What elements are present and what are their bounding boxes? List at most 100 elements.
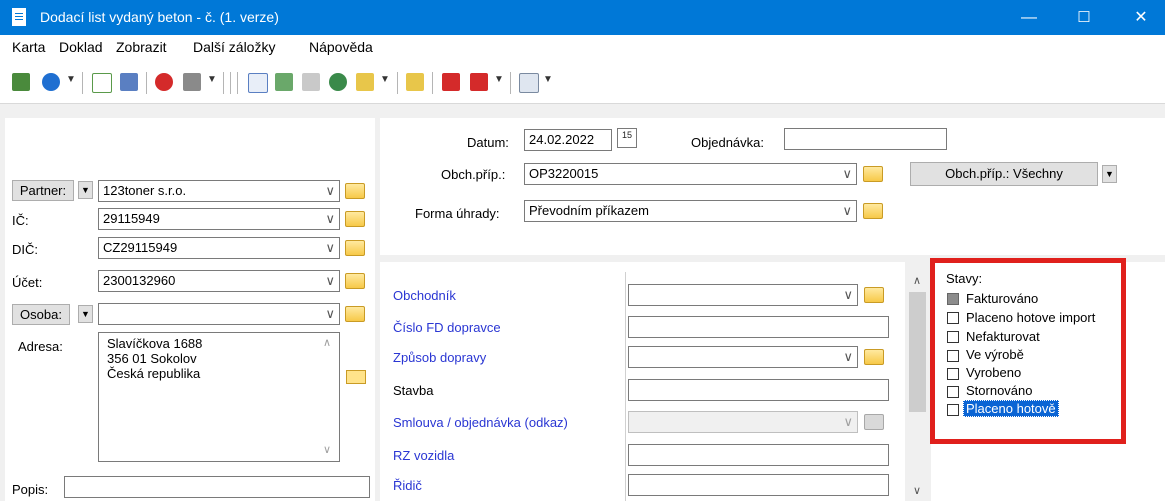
- help-icon[interactable]: [42, 73, 60, 91]
- folder-icon[interactable]: [864, 349, 884, 365]
- print-dropdown-icon[interactable]: ▼: [207, 74, 217, 85]
- document-actions-icon[interactable]: [356, 73, 374, 91]
- zpusob-dopravy-field[interactable]: ∨: [628, 346, 858, 368]
- datum-field[interactable]: 24.02.2022: [524, 129, 612, 151]
- chevron-down-icon[interactable]: ∨: [842, 203, 852, 219]
- history-icon[interactable]: [329, 73, 347, 91]
- menu-zobrazit[interactable]: Zobrazit: [116, 39, 167, 55]
- partner-value: 123toner s.r.o.: [103, 183, 187, 198]
- stavba-field[interactable]: [628, 379, 889, 401]
- forma-label: Forma úhrady:: [415, 206, 500, 221]
- document-actions-dropdown-icon[interactable]: ▼: [380, 74, 390, 85]
- ridic-label[interactable]: Řidič: [393, 478, 422, 493]
- envelope-icon[interactable]: [346, 370, 366, 384]
- scroll-down-icon[interactable]: ∨: [323, 443, 331, 458]
- chevron-down-icon[interactable]: ∨: [843, 349, 853, 365]
- documents-icon[interactable]: [406, 73, 424, 91]
- chevron-down-icon[interactable]: ∨: [325, 240, 335, 256]
- folder-icon[interactable]: [345, 183, 365, 199]
- folder-icon[interactable]: [863, 166, 883, 182]
- ucet-field[interactable]: 2300132960 ∨: [98, 270, 340, 292]
- menu-karta[interactable]: Karta: [12, 39, 45, 55]
- folder-icon[interactable]: [345, 211, 365, 227]
- ic-field[interactable]: 29115949 ∨: [98, 208, 340, 230]
- checkbox-label: Nefakturovat: [966, 329, 1040, 344]
- chevron-down-icon[interactable]: ∨: [325, 306, 335, 322]
- toolbar-separator: [510, 72, 511, 94]
- new-document-icon[interactable]: [92, 73, 112, 93]
- exit-icon[interactable]: [12, 73, 30, 91]
- folder-icon[interactable]: [864, 287, 884, 303]
- menu-dalsi-zalozky[interactable]: Další záložky: [193, 39, 275, 55]
- smlouva-label[interactable]: Smlouva / objednávka (odkaz): [393, 415, 568, 430]
- toolbar-separator: [146, 72, 147, 94]
- toolbar-separator: [397, 72, 398, 94]
- scroll-up-icon[interactable]: ∧: [323, 336, 331, 351]
- save-icon[interactable]: [120, 73, 138, 91]
- osoba-dropdown-button[interactable]: ▼: [78, 305, 93, 323]
- scrollbar-thumb[interactable]: [909, 292, 926, 412]
- checkbox-label: Stornováno: [966, 383, 1033, 398]
- folder-icon[interactable]: [863, 203, 883, 219]
- cislo-fd-label[interactable]: Číslo FD dopravce: [393, 320, 501, 335]
- obchprip-filter-dropdown-button[interactable]: ▼: [1102, 165, 1117, 183]
- chevron-down-icon[interactable]: ∨: [325, 273, 335, 289]
- refresh-icon[interactable]: [155, 73, 173, 91]
- checkbox-ve-vyrobe[interactable]: [947, 350, 959, 362]
- objednavka-field[interactable]: [784, 128, 947, 150]
- close-button[interactable]: ✕: [1118, 0, 1164, 35]
- calendar-icon[interactable]: 15: [617, 128, 637, 148]
- osoba-button[interactable]: Osoba:: [12, 304, 70, 325]
- cislo-fd-field[interactable]: [628, 316, 889, 338]
- import-icon[interactable]: [442, 73, 460, 91]
- forma-field[interactable]: Převodním příkazem ∨: [524, 200, 857, 222]
- ridic-field[interactable]: [628, 474, 889, 496]
- stavy-title: Stavy:: [946, 271, 983, 286]
- copy-icon[interactable]: [302, 73, 320, 91]
- help-dropdown-icon[interactable]: ▼: [66, 74, 76, 85]
- maximize-button[interactable]: ☐: [1061, 0, 1107, 35]
- obchodnik-label[interactable]: Obchodník: [393, 288, 456, 303]
- adresa-field[interactable]: Slavíčkova 1688 356 01 Sokolov Česká rep…: [98, 332, 340, 462]
- checkbox-label-selected: Placeno hotově: [963, 400, 1059, 417]
- obchodnik-field[interactable]: ∨: [628, 284, 858, 306]
- menu-napoveda[interactable]: Nápověda: [309, 39, 373, 55]
- scroll-down-icon[interactable]: ∨: [913, 484, 921, 497]
- numbering-icon[interactable]: [248, 73, 268, 93]
- zpusob-dopravy-label[interactable]: Způsob dopravy: [393, 350, 486, 365]
- partner-field[interactable]: 123toner s.r.o. ∨: [98, 180, 340, 202]
- rz-vozidla-field[interactable]: [628, 444, 889, 466]
- folder-icon[interactable]: [345, 240, 365, 256]
- obchprip-field[interactable]: OP3220015 ∨: [524, 163, 857, 185]
- minimize-button[interactable]: —: [1006, 0, 1052, 35]
- checkbox-placeno-hotove[interactable]: [947, 404, 959, 416]
- menu-doklad[interactable]: Doklad: [59, 39, 103, 55]
- chevron-down-icon[interactable]: ∨: [842, 166, 852, 182]
- folder-icon[interactable]: [345, 306, 365, 322]
- recycle-icon[interactable]: [275, 73, 293, 91]
- partner-button[interactable]: Partner:: [12, 180, 74, 201]
- checkbox-vyrobeno[interactable]: [947, 368, 959, 380]
- checkbox-nefakturovat[interactable]: [947, 331, 959, 343]
- folder-icon[interactable]: [345, 273, 365, 289]
- export-icon[interactable]: [470, 73, 488, 91]
- obchprip-filter-button[interactable]: Obch.příp.: Všechny: [910, 162, 1098, 186]
- checkbox-fakturovano[interactable]: [947, 293, 959, 305]
- dic-field[interactable]: CZ29115949 ∨: [98, 237, 340, 259]
- print-icon[interactable]: [183, 73, 201, 91]
- osoba-field[interactable]: ∨: [98, 303, 340, 325]
- checkbox-placeno-hotove-import[interactable]: [947, 312, 959, 324]
- chevron-down-icon[interactable]: ∨: [325, 183, 335, 199]
- columns-dropdown-icon[interactable]: ▼: [543, 74, 553, 85]
- checkbox-stornovano[interactable]: [947, 386, 959, 398]
- columns-icon[interactable]: [519, 73, 539, 93]
- partner-dropdown-button[interactable]: ▼: [78, 181, 93, 199]
- chevron-down-icon: ∨: [843, 414, 853, 429]
- vertical-scrollbar[interactable]: ∧ ∨: [905, 262, 931, 501]
- export-dropdown-icon[interactable]: ▼: [494, 74, 504, 85]
- rz-vozidla-label[interactable]: RZ vozidla: [393, 448, 454, 463]
- scroll-up-icon[interactable]: ∧: [913, 274, 921, 287]
- popis-field[interactable]: [64, 476, 370, 498]
- chevron-down-icon[interactable]: ∨: [843, 287, 853, 303]
- chevron-down-icon[interactable]: ∨: [325, 211, 335, 227]
